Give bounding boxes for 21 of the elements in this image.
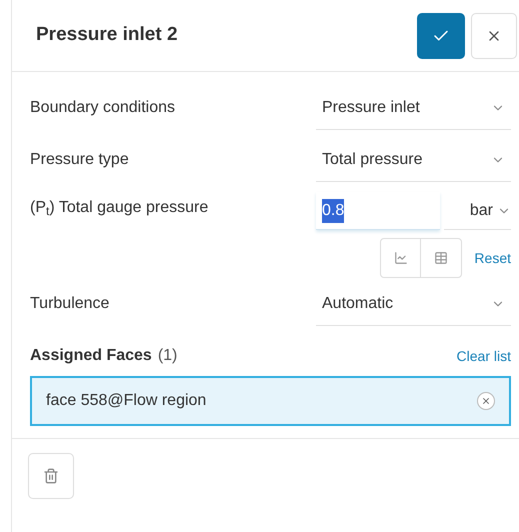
trash-icon <box>43 468 59 484</box>
clear-list-link[interactable]: Clear list <box>456 346 511 366</box>
reset-link[interactable]: Reset <box>474 248 511 268</box>
confirm-button[interactable] <box>417 12 465 58</box>
face-item[interactable]: face 558@Flow region <box>30 376 511 426</box>
remove-icon[interactable] <box>477 392 495 410</box>
number-field[interactable]: 0.8 <box>316 192 440 230</box>
chart-icon <box>394 251 408 265</box>
field-label: Turbulence <box>30 294 110 314</box>
field-label: Pressure type <box>30 150 130 170</box>
unit-dropdown[interactable]: bar <box>444 192 511 230</box>
field-label: (P$_{t}$) Total gauge pressure <box>30 198 210 220</box>
dropdown[interactable]: Pressure inlet <box>316 86 511 130</box>
dropdown[interactable]: Automatic <box>316 282 511 326</box>
section-title: Assigned Faces <box>30 346 152 366</box>
delete-button[interactable] <box>28 453 74 499</box>
face-count: (1) <box>158 346 178 366</box>
panel-title: Pressure inlet 2 <box>36 23 179 48</box>
field-label: Boundary conditions <box>30 98 176 118</box>
table-icon <box>434 251 448 265</box>
dropdown[interactable]: Total pressure <box>316 138 511 182</box>
